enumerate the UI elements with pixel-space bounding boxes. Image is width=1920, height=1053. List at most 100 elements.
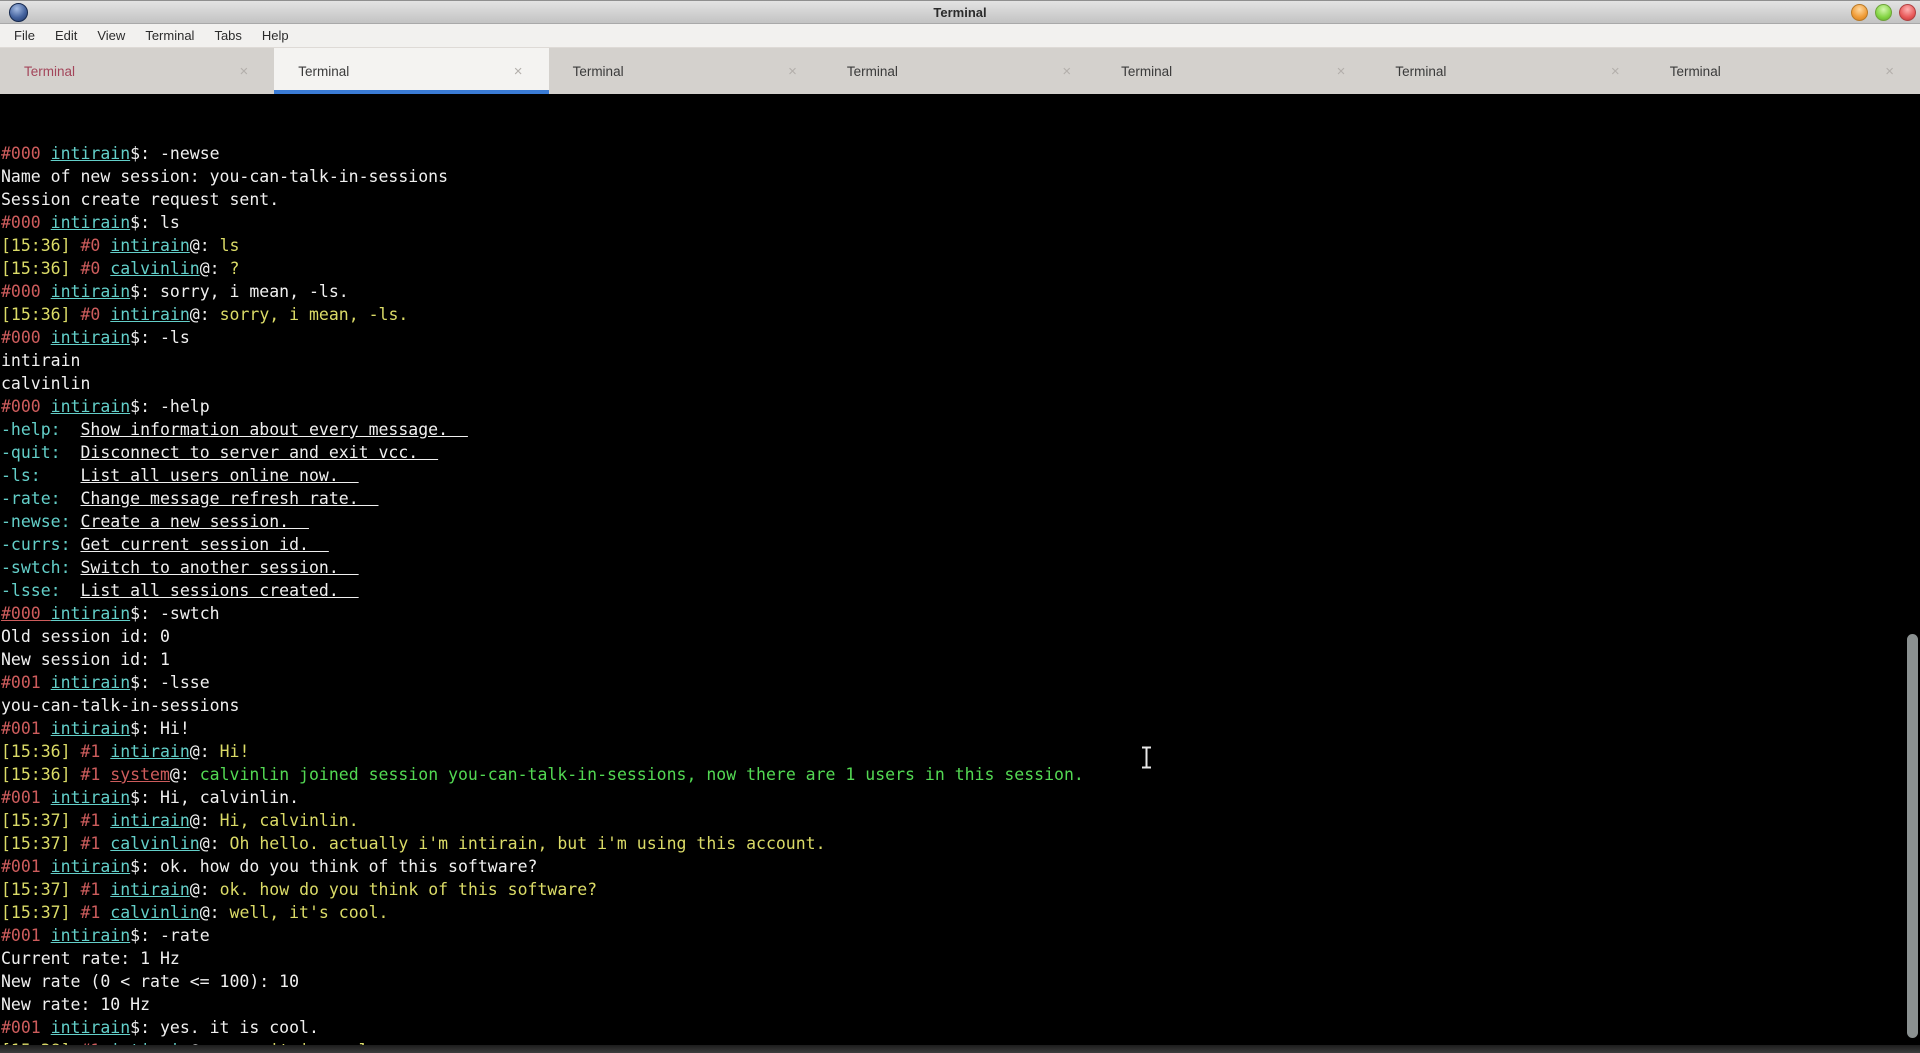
scrollbar-thumb[interactable]	[1907, 634, 1918, 1038]
terminal-text-segment: intirain	[110, 742, 189, 761]
tab-terminal-6[interactable]: Terminal×	[1371, 48, 1645, 94]
terminal-text-segment: #1	[80, 880, 110, 899]
terminal-text-segment: intirain	[51, 719, 130, 738]
terminal-text-segment	[61, 581, 81, 600]
tab-label: Terminal	[274, 64, 349, 79]
terminal-text-segment: [15:38]	[1, 1041, 80, 1045]
terminal-text-segment: ?	[230, 259, 240, 278]
titlebar[interactable]: Terminal	[0, 0, 1920, 24]
terminal-text-segment: intirain	[110, 236, 189, 255]
maximize-button[interactable]	[1875, 4, 1892, 21]
tab-close-icon[interactable]: ×	[1611, 64, 1620, 79]
terminal-text-segment: ls	[220, 236, 240, 255]
terminal-line: -ls: List all users online now.	[1, 464, 1920, 487]
menu-item-file[interactable]: File	[4, 24, 45, 47]
tab-close-icon[interactable]: ×	[514, 64, 523, 79]
terminal-text-segment: $: sorry, i mean, -ls.	[130, 282, 349, 301]
terminal-text-segment: -newse:	[1, 512, 71, 531]
terminal-output: #000 intirain$: -newseName of new sessio…	[1, 142, 1920, 1045]
tab-terminal-2[interactable]: Terminal ×	[274, 48, 548, 94]
terminal-text-segment: $: -swtch	[130, 604, 219, 623]
terminal-text-segment: -swtch:	[1, 558, 71, 577]
tab-label: Terminal	[1097, 64, 1172, 79]
terminal-text-segment: Oh hello. actually i'm intirain, but i'm…	[230, 834, 826, 853]
tab-terminal-5[interactable]: Terminal ×	[1097, 48, 1371, 94]
terminal-text-segment: List all users online now.	[81, 466, 359, 485]
terminal-text-segment: [15:36]	[1, 259, 80, 278]
terminal-text-segment: #000	[1, 604, 51, 623]
terminal-text-segment: intirain	[51, 788, 130, 807]
terminal-line: #000 intirain$: sorry, i mean, -ls.	[1, 280, 1920, 303]
terminal-text-segment: $: ls	[130, 213, 180, 232]
terminal-text-segment: [15:37]	[1, 834, 80, 853]
terminal-line: #001 intirain$: yes. it is cool.	[1, 1016, 1920, 1039]
terminal-text-segment: Create a new session.	[80, 512, 308, 531]
terminal-line: New session id: 1	[1, 648, 1920, 671]
terminal-text-segment: intirain	[51, 604, 130, 623]
terminal-text-segment: #001	[1, 673, 51, 692]
terminal-text-segment: intirain	[110, 305, 189, 324]
terminal-line: New rate: 10 Hz	[1, 993, 1920, 1016]
terminal-text-segment: $: ok. how do you think of this software…	[130, 857, 537, 876]
terminal-line: [15:36] #0 intirain@: sorry, i mean, -ls…	[1, 303, 1920, 326]
terminal-text-segment: @:	[190, 742, 220, 761]
terminal-text-segment: @:	[200, 834, 230, 853]
terminal-text-segment: Hi!	[220, 742, 250, 761]
terminal-text-segment: #1	[80, 834, 110, 853]
tab-terminal-3[interactable]: Terminal×	[549, 48, 823, 94]
terminal-line: New rate (0 < rate <= 100): 10	[1, 970, 1920, 993]
terminal-line: #000 intirain$: -swtch	[1, 602, 1920, 625]
terminal-text-segment: intirain	[51, 673, 130, 692]
terminal-line: [15:37] #1 calvinlin@: Oh hello. actuall…	[1, 832, 1920, 855]
terminal-screen[interactable]: #000 intirain$: -newseName of new sessio…	[0, 94, 1920, 1045]
terminal-text-segment: intirain	[51, 282, 130, 301]
menu-item-edit[interactable]: Edit	[45, 24, 87, 47]
terminal-text-segment: intirain	[51, 144, 130, 163]
terminal-text-segment: [15:36]	[1, 236, 80, 255]
minimize-button[interactable]	[1851, 4, 1868, 21]
terminal-text-segment: @:	[190, 236, 220, 255]
close-button[interactable]	[1899, 4, 1916, 21]
terminal-line: [15:37] #1 intirain@: ok. how do you thi…	[1, 878, 1920, 901]
terminal-line: [15:36] #1 system@: calvinlin joined ses…	[1, 763, 1920, 786]
terminal-text-segment: #001	[1, 719, 51, 738]
menu-item-view[interactable]: View	[87, 24, 135, 47]
terminal-text-segment	[71, 558, 81, 577]
menu-item-tabs[interactable]: Tabs	[204, 24, 251, 47]
tab-close-icon[interactable]: ×	[240, 64, 249, 79]
tab-close-icon[interactable]: ×	[788, 64, 797, 79]
terminal-text-segment: intirain	[51, 857, 130, 876]
tab-terminal-1[interactable]: Terminal×	[0, 48, 274, 94]
window-controls	[1851, 4, 1916, 21]
terminal-text-segment: #000	[1, 397, 51, 416]
menubar: File Edit View Terminal Tabs Help	[0, 24, 1920, 48]
tab-close-icon[interactable]: ×	[1337, 64, 1346, 79]
tab-label: Terminal	[1646, 64, 1721, 79]
menu-item-terminal[interactable]: Terminal	[135, 24, 204, 47]
terminal-text-segment: intirain	[51, 328, 130, 347]
terminal-text-segment: #1	[80, 742, 110, 761]
terminal-text-segment: calvinlin	[110, 259, 199, 278]
terminal-text-segment: List all sessions created.	[80, 581, 358, 600]
terminal-line: intirain	[1, 349, 1920, 372]
terminal-window: Terminal File Edit View Terminal Tabs He…	[0, 0, 1920, 1053]
tab-terminal-4[interactable]: Terminal×	[823, 48, 1097, 94]
terminal-text-segment: yes. it is cool.	[220, 1041, 379, 1045]
terminal-line: calvinlin	[1, 372, 1920, 395]
terminal-line: Name of new session: you-can-talk-in-ses…	[1, 165, 1920, 188]
terminal-text-segment: #0	[80, 236, 110, 255]
terminal-text-segment: #1	[80, 1041, 110, 1045]
terminal-line: #001 intirain$: -rate	[1, 924, 1920, 947]
tab-terminal-7[interactable]: Terminal ×	[1646, 48, 1920, 94]
tab-close-icon[interactable]: ×	[1062, 64, 1071, 79]
menu-item-help[interactable]: Help	[252, 24, 299, 47]
terminal-line: -quit: Disconnect to server and exit vcc…	[1, 441, 1920, 464]
terminal-text-segment: #0	[80, 305, 110, 324]
tab-close-icon[interactable]: ×	[1885, 64, 1894, 79]
terminal-line: [15:37] #1 calvinlin@: well, it's cool.	[1, 901, 1920, 924]
terminal-text-segment: Change message refresh rate.	[80, 489, 378, 508]
terminal-line: #001 intirain$: Hi!	[1, 717, 1920, 740]
terminal-text-segment: #1	[80, 765, 110, 784]
terminal-text-segment: system	[110, 765, 170, 784]
terminal-line: -rate: Change message refresh rate.	[1, 487, 1920, 510]
